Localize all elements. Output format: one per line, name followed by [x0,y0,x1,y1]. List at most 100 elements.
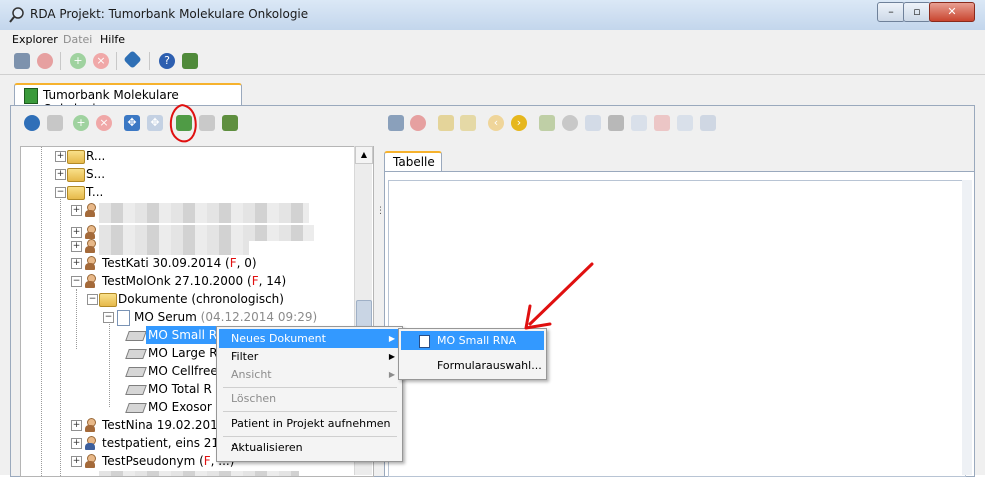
lock-icon[interactable] [460,115,476,131]
tree-row[interactable] [71,469,331,476]
annotation-arrow-icon [524,262,594,330]
binoculars-icon[interactable] [608,115,624,131]
link-icon[interactable] [700,115,716,131]
window-title: RDA Projekt: Tumorbank Molekulare Onkolo… [30,7,309,21]
save-icon[interactable] [388,115,404,131]
export-icon[interactable] [47,115,63,131]
move-disabled-icon[interactable]: ✥ [147,115,163,131]
tree-node-label: Dokumente (chronologisch) [118,292,284,306]
revert-icon[interactable] [37,53,53,69]
grid-add-icon[interactable] [631,115,647,131]
tree-node-label: testpatient, eins 21. [102,436,223,450]
tree-node-label: MO Cellfree [148,364,218,378]
form-icon [125,385,147,395]
help-icon[interactable]: ? [159,53,175,69]
globe-icon[interactable] [24,115,40,131]
menu-explorer[interactable]: Explorer [12,33,58,46]
expand-icon[interactable]: + [71,258,82,269]
magnifier-icon [9,7,24,23]
menu-item-neues-dokument[interactable]: Neues Dokument ▶ [219,329,400,348]
edit-icon[interactable] [438,115,454,131]
menu-separator [223,387,397,388]
tree-node-label: S... [86,167,106,181]
tree-row[interactable]: + [71,237,331,255]
upload-icon[interactable] [539,115,555,131]
revert-icon[interactable] [410,115,426,131]
submenu-arrow-icon: ▶ [388,334,395,343]
expand-icon[interactable]: + [71,456,82,467]
expand-icon[interactable]: + [55,169,66,180]
tree-node-label: MO Exosor [148,400,212,414]
open-folder-icon [67,186,85,200]
refresh-icon[interactable] [123,50,142,69]
book-icon [24,88,38,104]
main-toolbar: + × ? [0,48,985,75]
patient-icon [85,256,96,270]
expand-icon[interactable]: + [55,151,66,162]
add-icon[interactable]: + [70,53,86,69]
tree-node-label: MO Small R [146,326,220,344]
scroll-up-icon[interactable]: ▲ [355,146,373,164]
info-icon[interactable] [562,115,578,131]
expand-icon[interactable]: + [71,438,82,449]
toolbar-separator [116,52,117,70]
copy-icon[interactable] [199,115,215,131]
detail-toolbar: ‹ › [386,111,976,133]
menu-item-patient-aufnehmen[interactable]: Patient in Projekt aufnehmen ... [219,414,400,449]
menu-item-ansicht[interactable]: Ansicht ▶ [219,365,400,384]
tab-tumorbank[interactable]: Tumorbank Molekulare Onkologie [14,83,242,116]
tree-node-label: TestPseudonym (F, ...) [102,454,234,468]
collapse-icon[interactable]: − [103,312,114,323]
menu-datei[interactable]: Datei [63,33,92,46]
save-icon[interactable] [14,53,30,69]
remove-icon[interactable]: × [93,53,109,69]
back-icon[interactable]: ‹ [488,115,504,131]
users-icon[interactable] [222,115,238,131]
grid-delete-icon[interactable] [654,115,670,131]
table-scrollbar[interactable] [962,180,972,475]
collapse-icon[interactable]: − [55,187,66,198]
tree-node-label: T... [86,185,104,199]
tree-node-label: R... [86,149,106,163]
close-button[interactable]: ✕ [929,2,975,22]
grid-icon[interactable] [677,115,693,131]
forward-icon[interactable]: › [511,115,527,131]
patient-icon [85,418,96,432]
expand-icon[interactable]: + [71,205,82,216]
tab-tabelle[interactable]: Tabelle [384,151,442,173]
table-icon[interactable] [585,115,601,131]
maximize-button[interactable]: ▫ [903,2,931,22]
tree-guide-line [76,289,78,349]
menu-item-aktualisieren[interactable]: Aktualisieren [219,438,400,457]
menu-item-filter[interactable]: Filter ▶ [219,347,400,366]
menu-hilfe[interactable]: Hilfe [100,33,125,46]
patient-icon [85,274,96,288]
expand-icon[interactable]: + [71,241,82,252]
form-icon [125,331,147,341]
folder-icon [67,150,85,164]
form-icon [125,367,147,377]
tree-guide-line [41,147,43,476]
collapse-icon[interactable]: − [71,276,82,287]
menu-item-loeschen[interactable]: Löschen [219,389,400,408]
expand-icon[interactable]: + [71,420,82,431]
form-icon [419,335,430,348]
move-icon[interactable]: ✥ [124,115,140,131]
patient-icon [85,454,96,468]
folder-icon [67,168,85,182]
patient-icon [85,239,96,253]
menu-item-label: MO Small RNA [437,334,517,347]
tree-guide-line [109,321,111,407]
remove-icon[interactable]: × [96,115,112,131]
tree-row[interactable]: + [71,201,331,223]
redacted-text [99,239,249,255]
collapse-icon[interactable]: − [87,294,98,305]
redacted-text [99,203,309,223]
patient-icon [85,203,96,217]
menu-item-formularauswahl[interactable]: Formularauswahl... [401,356,544,375]
exit-icon[interactable] [182,53,198,69]
add-icon[interactable]: + [73,115,89,131]
submenu-arrow-icon: ▶ [388,352,395,361]
minimize-button[interactable]: – [877,2,905,22]
tab-label: Tabelle [393,155,435,169]
